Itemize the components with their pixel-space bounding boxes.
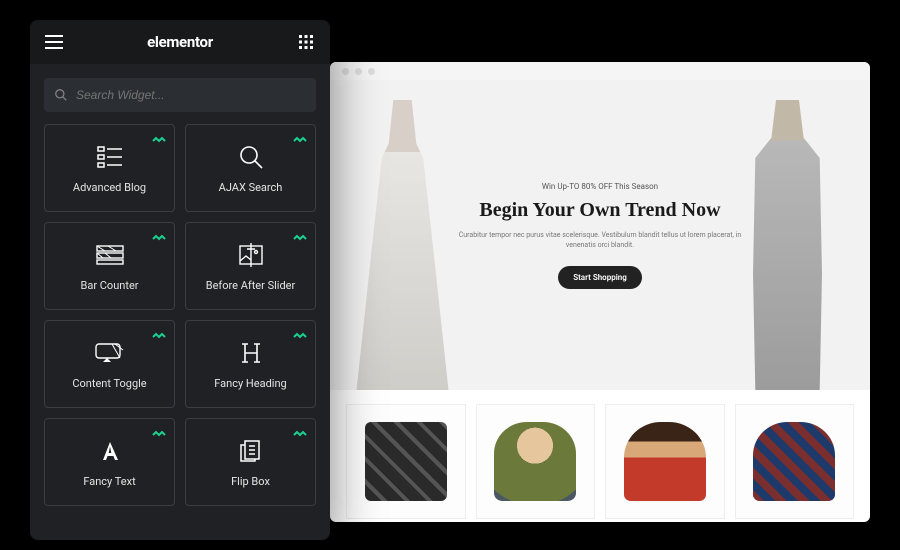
widget-bar-counter[interactable]: Bar Counter	[44, 222, 175, 310]
widget-label: Advanced Blog	[73, 181, 146, 194]
text-icon	[98, 437, 122, 465]
window-dot	[368, 68, 375, 75]
toggle-icon	[95, 339, 125, 367]
hero-section: Win Up-TO 80% OFF This Season Begin Your…	[330, 80, 870, 390]
hero-title: Begin Your Own Trend Now	[445, 199, 755, 222]
pro-badge-icon	[152, 131, 168, 150]
pro-badge-icon	[293, 229, 309, 248]
widget-before-after-slider[interactable]: Before After Slider	[185, 222, 316, 310]
window-dot	[342, 68, 349, 75]
bars-icon	[96, 241, 124, 269]
widget-label: Fancy Text	[83, 475, 135, 488]
image-compare-icon	[237, 241, 265, 269]
window-controls	[330, 62, 870, 80]
start-shopping-button[interactable]: Start Shopping	[558, 266, 642, 289]
widget-content-toggle[interactable]: Content Toggle	[44, 320, 175, 408]
widget-label: Flip Box	[231, 475, 270, 488]
pro-badge-icon	[152, 425, 168, 444]
product-card[interactable]	[735, 404, 855, 519]
panel-header: elementor	[30, 20, 330, 64]
heading-icon	[239, 339, 263, 367]
product-row	[330, 390, 870, 519]
widget-fancy-heading[interactable]: Fancy Heading	[185, 320, 316, 408]
hero-model-left	[345, 100, 460, 390]
widget-label: Before After Slider	[206, 279, 296, 292]
widget-label: Fancy Heading	[214, 377, 286, 390]
menu-icon[interactable]	[44, 32, 64, 52]
pro-badge-icon	[152, 229, 168, 248]
flip-icon	[238, 437, 264, 465]
widget-label: Content Toggle	[72, 377, 146, 390]
pro-badge-icon	[293, 131, 309, 150]
search-icon	[54, 88, 68, 102]
product-card[interactable]	[346, 404, 466, 519]
elementor-panel: elementor Advanced Blog AJAX Search	[30, 20, 330, 540]
search-icon	[238, 143, 264, 171]
widget-grid: Advanced Blog AJAX Search Bar Counter Be…	[30, 124, 330, 506]
hero-eyebrow: Win Up-TO 80% OFF This Season	[445, 182, 755, 191]
widget-ajax-search[interactable]: AJAX Search	[185, 124, 316, 212]
product-card[interactable]	[476, 404, 596, 519]
hero-content: Win Up-TO 80% OFF This Season Begin Your…	[445, 182, 755, 289]
pro-badge-icon	[152, 327, 168, 346]
widget-flip-box[interactable]: Flip Box	[185, 418, 316, 506]
search-widget-field[interactable]	[44, 78, 316, 112]
apps-icon[interactable]	[296, 32, 316, 52]
widget-label: Bar Counter	[80, 279, 138, 292]
hero-model-right	[730, 100, 845, 390]
widget-advanced-blog[interactable]: Advanced Blog	[44, 124, 175, 212]
pro-badge-icon	[293, 425, 309, 444]
site-preview-window: Win Up-TO 80% OFF This Season Begin Your…	[330, 62, 870, 522]
pro-badge-icon	[293, 327, 309, 346]
product-card[interactable]	[605, 404, 725, 519]
list-icon	[97, 143, 123, 171]
window-dot	[355, 68, 362, 75]
search-input[interactable]	[76, 88, 306, 102]
widget-label: AJAX Search	[219, 181, 283, 194]
hero-subtitle: Curabitur tempor nec purus vitae sceleri…	[445, 230, 755, 251]
widget-fancy-text[interactable]: Fancy Text	[44, 418, 175, 506]
elementor-logo: elementor	[147, 33, 213, 51]
